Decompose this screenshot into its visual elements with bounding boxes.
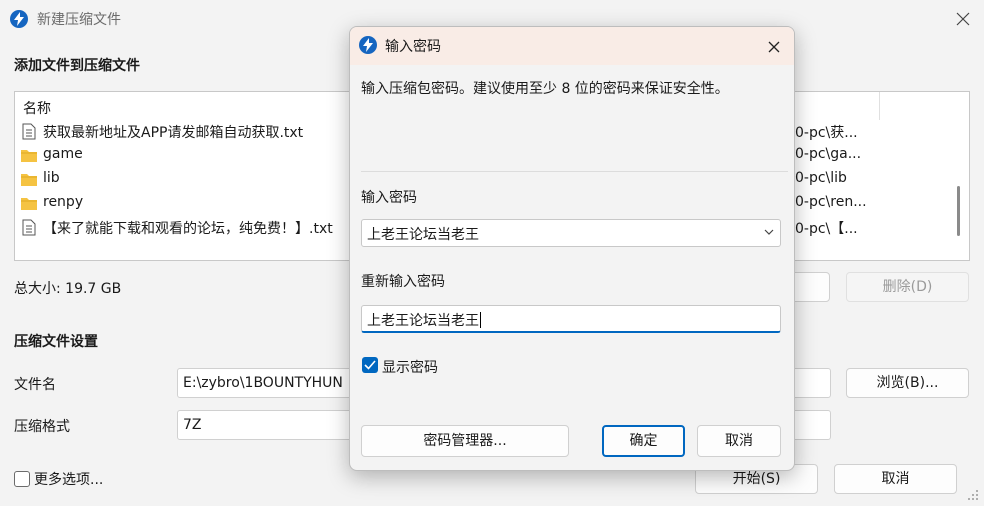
close-icon <box>956 12 970 26</box>
total-size-text: 总大小: 19.7 GB <box>14 281 122 297</box>
list-scrollbar-thumb[interactable] <box>957 186 960 236</box>
file-path: 0-pc\【... <box>795 221 858 237</box>
password-combobox[interactable]: 上老王论坛当老王 <box>361 219 781 247</box>
reenter-password-value: 上老王论坛当老王 <box>367 312 481 329</box>
more-options-label: 更多选项... <box>34 472 104 488</box>
reenter-password-label: 重新输入密码 <box>361 274 445 290</box>
show-password-label: 显示密码 <box>382 360 438 376</box>
text-file-icon <box>22 219 36 236</box>
close-dialog-button[interactable] <box>762 35 786 59</box>
name-column-header[interactable]: 名称 <box>23 98 51 118</box>
folder-icon <box>21 174 37 186</box>
filename-label: 文件名 <box>14 377 56 393</box>
show-password-checkbox[interactable] <box>362 357 378 373</box>
file-name: lib <box>43 170 60 186</box>
folder-icon <box>21 150 37 162</box>
password-label: 输入密码 <box>361 190 417 206</box>
resize-grip-icon[interactable] <box>966 488 980 502</box>
format-label: 压缩格式 <box>14 419 70 435</box>
file-name: 获取最新地址及APP请发邮箱自动获取.txt <box>43 125 304 141</box>
password-dialog: 输入密码 输入压缩包密码。建议使用至少 8 位的密码来保证安全性。 输入密码 上… <box>349 26 795 471</box>
cancel-button[interactable]: 取消 <box>834 464 957 494</box>
folder-icon <box>21 198 37 210</box>
ok-button[interactable]: 确定 <box>602 425 685 457</box>
close-icon <box>768 41 780 53</box>
app-logo-icon <box>359 36 377 54</box>
browse-button[interactable]: 浏览(B)... <box>846 368 969 398</box>
app-logo-icon <box>10 10 28 28</box>
file-name: 【来了就能下载和观看的论坛，纯免费！】.txt <box>43 221 333 237</box>
text-file-icon <box>22 123 36 140</box>
file-path: 0-pc\获... <box>795 125 858 141</box>
text-caret <box>480 312 481 328</box>
delete-button[interactable]: 删除(D) <box>846 272 969 302</box>
file-name: renpy <box>43 194 84 210</box>
more-options-checkbox[interactable] <box>14 471 30 487</box>
dialog-cancel-button[interactable]: 取消 <box>697 425 781 457</box>
dialog-titlebar: 输入密码 <box>350 27 794 65</box>
file-name: game <box>43 146 83 162</box>
file-path: 0-pc\ren... <box>795 194 867 210</box>
dialog-description: 输入压缩包密码。建议使用至少 8 位的密码来保证安全性。 <box>361 81 729 97</box>
add-files-heading: 添加文件到压缩文件 <box>14 58 140 74</box>
password-value: 上老王论坛当老王 <box>367 227 479 243</box>
window-title: 新建压缩文件 <box>37 12 121 28</box>
file-path: 0-pc\ga... <box>795 146 862 162</box>
reenter-password-input[interactable]: 上老王论坛当老王 <box>361 305 781 333</box>
column-divider[interactable] <box>879 92 880 120</box>
file-path: 0-pc\lib <box>795 170 847 186</box>
divider <box>361 171 788 172</box>
archive-settings-heading: 压缩文件设置 <box>14 334 98 350</box>
dialog-title: 输入密码 <box>385 39 441 55</box>
close-window-button[interactable] <box>950 6 976 32</box>
chevron-down-icon[interactable] <box>764 229 774 236</box>
checkmark-icon <box>364 360 376 370</box>
password-manager-button[interactable]: 密码管理器... <box>361 425 569 457</box>
